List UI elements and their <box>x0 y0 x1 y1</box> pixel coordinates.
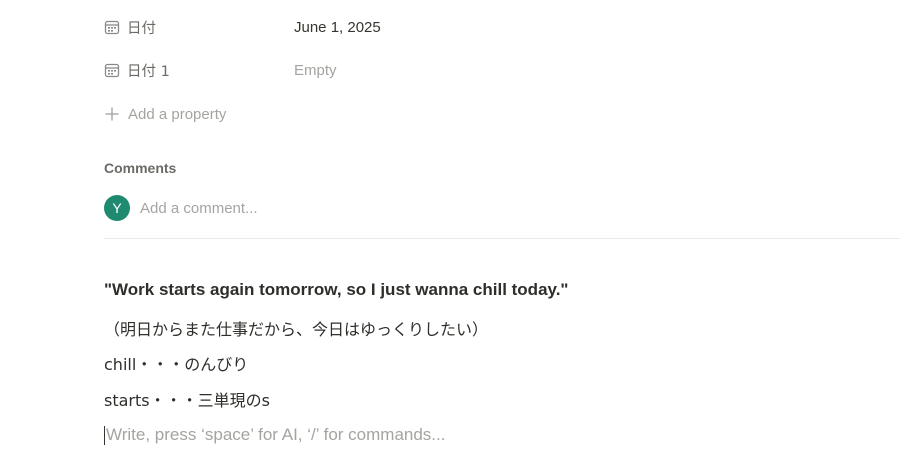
text-block-translation[interactable]: （明日からまた仕事だから、今日はゆっくりしたい） <box>104 316 488 340</box>
property-value-date[interactable]: June 1, 2025 <box>294 19 381 36</box>
editor-placeholder: Write, press ‘space’ for AI, ‘/’ for com… <box>106 425 446 444</box>
property-label-text: 日付 <box>127 20 156 37</box>
avatar: Y <box>104 195 130 221</box>
property-row-date[interactable]: 日付 June 1, 2025 <box>104 15 381 39</box>
text-block-note-starts[interactable]: starts・・・三単現のs <box>104 387 270 411</box>
text-caret <box>104 425 105 445</box>
property-value-empty[interactable]: Empty <box>294 62 337 79</box>
comments-heading: Comments <box>104 160 177 176</box>
comment-input[interactable] <box>140 199 540 217</box>
plus-icon <box>105 107 119 121</box>
text-block-note-chill[interactable]: chill・・・のんびり <box>104 351 248 375</box>
editor-empty-block[interactable]: Write, press ‘space’ for AI, ‘/’ for com… <box>104 424 445 446</box>
notion-page: 日付 June 1, 2025 日付 1 Empty Add a propert… <box>0 0 900 473</box>
property-row-date-1[interactable]: 日付 1 Empty <box>104 58 337 82</box>
add-property-button[interactable]: Add a property <box>104 103 226 125</box>
add-property-label: Add a property <box>128 105 227 123</box>
property-label-text: 日付 1 <box>127 63 170 80</box>
calendar-icon <box>104 63 120 78</box>
property-label[interactable]: 日付 <box>104 17 294 38</box>
comment-row: Y <box>104 195 540 221</box>
calendar-icon <box>104 20 120 35</box>
text-block-quote[interactable]: "Work starts again tomorrow, so I just w… <box>104 280 569 300</box>
divider <box>104 238 900 239</box>
property-label[interactable]: 日付 1 <box>104 60 294 81</box>
